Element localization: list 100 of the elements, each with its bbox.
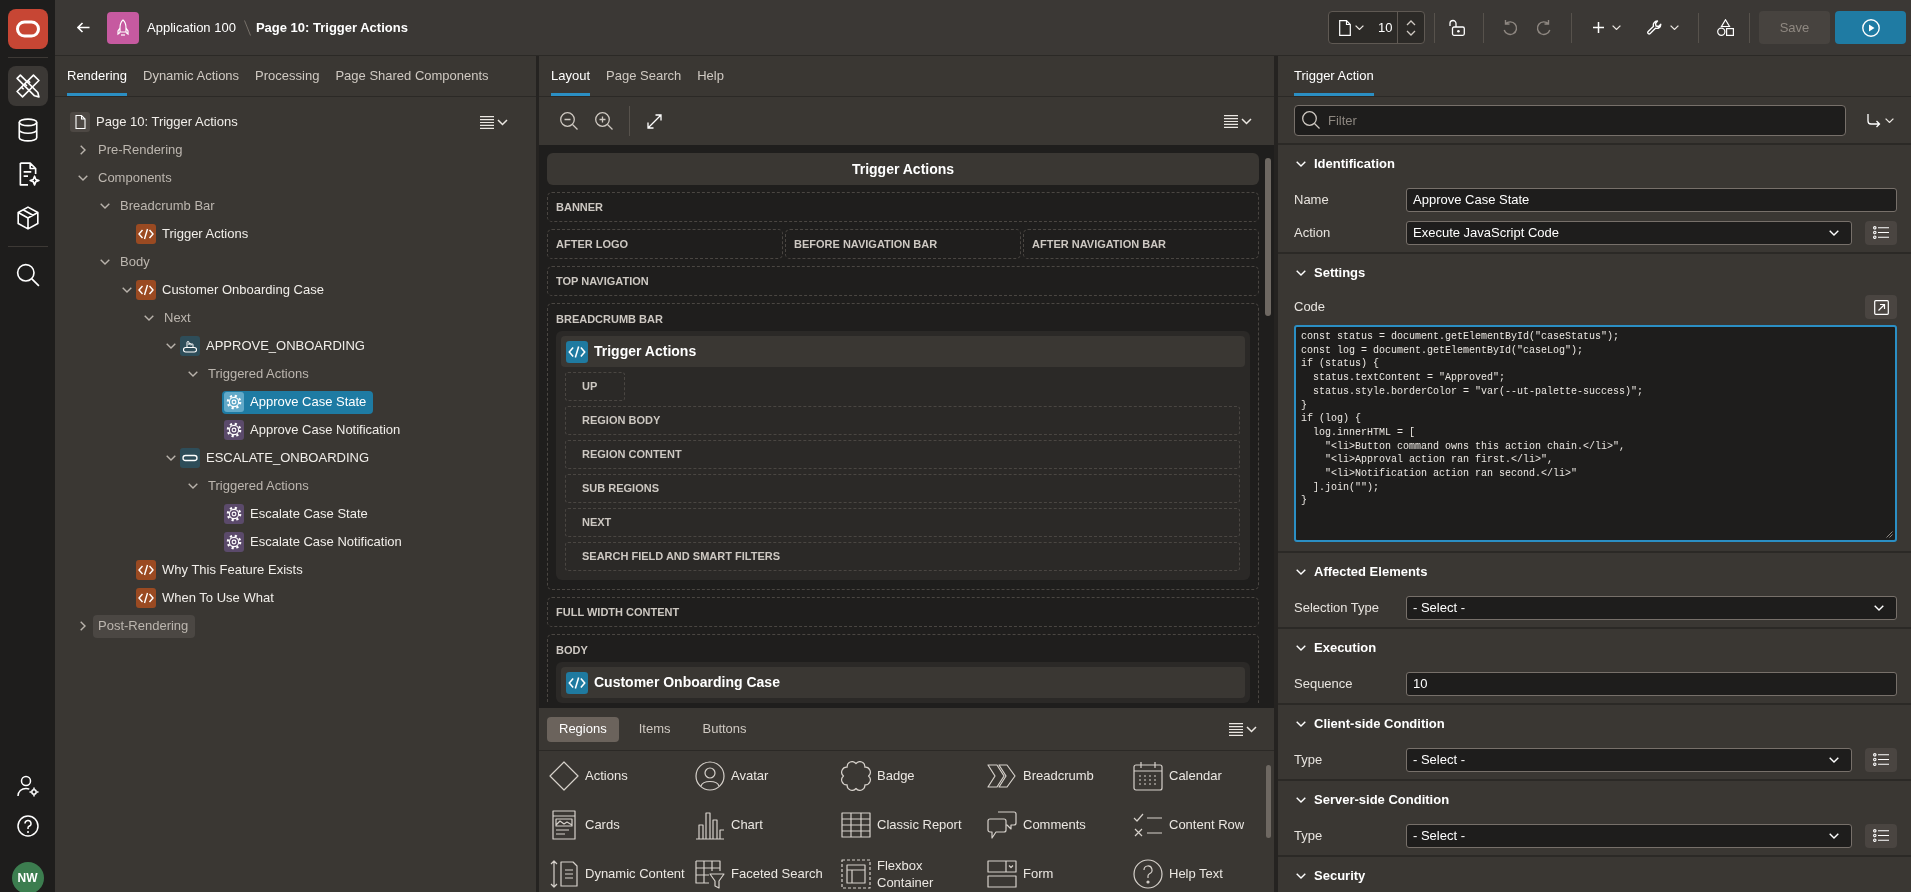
rocket-icon[interactable] xyxy=(107,11,139,44)
tree-item[interactable]: Escalate Case State xyxy=(222,502,375,526)
text-field[interactable]: 10 xyxy=(1406,671,1897,696)
tree-item[interactable]: Approve Case Notification xyxy=(222,418,408,442)
add-menu-button[interactable] xyxy=(1593,22,1621,33)
utilities-menu-button[interactable] xyxy=(1647,19,1679,36)
gallery-item[interactable]: Form xyxy=(987,849,1133,892)
unlocked-padlock-icon[interactable] xyxy=(1449,19,1465,36)
tree-item[interactable]: Trigger Actions xyxy=(134,222,256,246)
gallery-item[interactable]: Comments xyxy=(987,800,1133,849)
tree-item[interactable]: Triggered Actions xyxy=(203,362,316,386)
scrollbar-thumb[interactable] xyxy=(1266,765,1271,838)
section-header[interactable]: Affected Elements xyxy=(1278,553,1911,591)
select-field[interactable]: - Select - xyxy=(1406,595,1897,620)
page-type-button[interactable] xyxy=(1339,19,1364,36)
chevron-down-icon[interactable] xyxy=(188,371,198,377)
gallery-item[interactable]: Cards xyxy=(549,800,695,849)
gallery-item[interactable]: Avatar xyxy=(695,751,841,800)
chevron-down-icon[interactable] xyxy=(188,483,198,489)
tab[interactable]: Rendering xyxy=(67,56,127,96)
list-menu-icon[interactable] xyxy=(1224,114,1252,128)
chevron-down-icon[interactable] xyxy=(100,259,110,265)
page-selector[interactable]: 10 xyxy=(1328,11,1425,44)
tab[interactable]: Page Search xyxy=(606,56,682,96)
tab[interactable]: Page Shared Components xyxy=(335,56,489,96)
tree-item[interactable]: Approve Case State xyxy=(222,390,374,414)
caret-icon[interactable] xyxy=(1355,25,1364,30)
text-field[interactable]: Approve Case State xyxy=(1406,187,1897,212)
tree-item[interactable]: Why This Feature Exists xyxy=(134,558,310,582)
chevron-right-icon[interactable] xyxy=(80,621,86,631)
list-button[interactable] xyxy=(1865,220,1897,245)
chevron-down-icon[interactable] xyxy=(166,455,176,461)
shapes-icon[interactable] xyxy=(1717,19,1734,36)
tab[interactable]: Dynamic Actions xyxy=(143,56,240,96)
expand-arrows-icon[interactable] xyxy=(647,113,662,129)
select-field[interactable]: - Select - xyxy=(1406,747,1852,772)
tab[interactable]: Help xyxy=(697,56,724,96)
chevron-right-icon[interactable] xyxy=(80,145,86,155)
tree-item[interactable]: APPROVE_ONBOARDING xyxy=(178,334,372,358)
tree-item[interactable]: When To Use What xyxy=(134,586,281,610)
section-header[interactable]: Security xyxy=(1278,857,1911,892)
tab[interactable]: Items xyxy=(626,716,683,742)
logo-icon[interactable] xyxy=(7,9,48,49)
list-menu-icon[interactable] xyxy=(1229,722,1257,736)
help-icon[interactable] xyxy=(16,815,39,837)
tree-item[interactable]: Escalate Case Notification xyxy=(222,530,409,554)
chevron-down-icon[interactable] xyxy=(122,287,132,293)
user-gear-icon[interactable] xyxy=(16,775,39,797)
tab[interactable]: Layout xyxy=(551,56,591,96)
tree-item[interactable]: Breadcrumb Bar xyxy=(115,194,222,218)
tab[interactable]: Trigger Action xyxy=(1294,56,1374,96)
section-header[interactable]: Identification xyxy=(1278,145,1911,183)
tree-item[interactable]: Customer Onboarding Case xyxy=(134,278,331,302)
gallery-item[interactable]: Calendar xyxy=(1133,751,1274,800)
tree-item[interactable]: Components xyxy=(93,166,179,190)
chevron-down-icon[interactable] xyxy=(144,315,154,321)
caret-icon[interactable] xyxy=(1612,25,1621,30)
go-to-group-button[interactable] xyxy=(1867,112,1894,128)
resize-grip-icon[interactable] xyxy=(1886,531,1893,538)
user-avatar[interactable]: NW xyxy=(11,862,44,892)
section-header[interactable]: Settings xyxy=(1278,254,1911,292)
section-header[interactable]: Client-side Condition xyxy=(1278,705,1911,743)
gallery-item[interactable]: Faceted Search xyxy=(695,849,841,892)
application-link[interactable]: Application 100 xyxy=(147,17,236,38)
tab[interactable]: Regions xyxy=(547,716,619,742)
code-editor[interactable]: const status = document.getElementById("caseStatus"); const log = document.getElementById("caseLog"); if (status) { status.textContent = "Approved"; status.style.borderColor = "var(--ut-palette-success)"; } if (log) { log.innerHTML = [ "<li>Button command owns this action chain.</li>", "<li>Approval action ran first.</li>", "<li>Notification action ran second.</li>" ].join(""); } xyxy=(1294,325,1897,542)
nav-rail-item[interactable] xyxy=(7,66,48,106)
expand-editor-button[interactable] xyxy=(1865,295,1897,319)
tree-item[interactable]: Triggered Actions xyxy=(203,474,316,498)
tree-item[interactable]: Pre-Rendering xyxy=(93,138,190,162)
gallery-item[interactable]: Chart xyxy=(695,800,841,849)
tree-item[interactable]: Post-Rendering xyxy=(93,614,196,638)
gallery-item[interactable]: Help Text xyxy=(1133,849,1274,892)
chevron-down-icon[interactable] xyxy=(100,203,110,209)
chevron-down-icon[interactable] xyxy=(166,343,176,349)
tab[interactable]: Processing xyxy=(255,56,320,96)
gallery-item[interactable]: Flexbox Container xyxy=(841,849,987,892)
gallery-item[interactable]: Content Row xyxy=(1133,800,1274,849)
page-number-field[interactable]: 10 xyxy=(1378,17,1393,38)
back-arrow-icon[interactable] xyxy=(77,22,90,33)
run-button[interactable] xyxy=(1835,11,1906,44)
gallery-item[interactable]: Badge xyxy=(841,751,987,800)
section-header[interactable]: Server-side Condition xyxy=(1278,781,1911,819)
zoom-out-icon[interactable] xyxy=(560,112,578,130)
tree-item[interactable]: Next xyxy=(159,306,198,330)
caret-icon[interactable] xyxy=(1670,25,1679,30)
caret-icon[interactable] xyxy=(1885,117,1894,123)
list-button[interactable] xyxy=(1865,747,1897,772)
chevron-down-icon[interactable] xyxy=(78,175,88,181)
gallery-item[interactable]: Actions xyxy=(549,751,695,800)
tree-item[interactable]: Body xyxy=(115,250,157,274)
select-field[interactable]: - Select - xyxy=(1406,823,1852,848)
spinner-arrows-icon[interactable] xyxy=(1406,18,1416,37)
select-field[interactable]: Execute JavaScript Code xyxy=(1406,220,1852,245)
list-menu-icon[interactable] xyxy=(480,115,508,129)
tree-item[interactable]: Page 10: Trigger Actions xyxy=(68,110,245,134)
tab[interactable]: Buttons xyxy=(690,716,759,742)
filter-field[interactable]: Filter xyxy=(1294,104,1846,136)
list-button[interactable] xyxy=(1865,823,1897,848)
tree-item[interactable]: ESCALATE_ONBOARDING xyxy=(178,446,377,470)
